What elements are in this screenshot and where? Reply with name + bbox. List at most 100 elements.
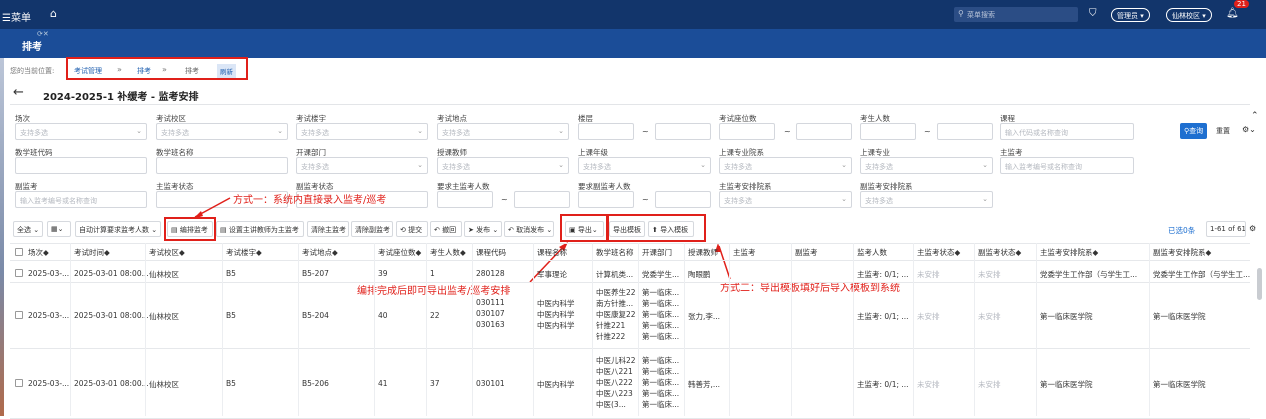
arrow-head: [193, 211, 203, 219]
row-divider: [10, 348, 1250, 349]
column-divider: [533, 243, 534, 416]
cell-campus: 仙林校区: [149, 380, 179, 389]
cell-count: 37: [430, 379, 440, 388]
cell-dept: 第一临床...: [642, 378, 680, 387]
cell-teacher: 韩善芳,...: [688, 380, 721, 389]
column-divider: [791, 243, 792, 416]
column-divider: [426, 243, 427, 416]
column-header[interactable]: 考试座位数◆: [378, 247, 421, 258]
column-header[interactable]: 考生人数◆: [430, 247, 466, 258]
cell-class: 计算机类...: [596, 270, 634, 279]
cell-main-status: 未安排: [917, 270, 940, 279]
column-header[interactable]: 教学班名称: [596, 247, 634, 258]
cell-dept: 第一临床...: [642, 321, 680, 330]
cell-count: 22: [430, 311, 440, 320]
cell-dept: 第一临床...: [642, 332, 680, 341]
cell-code: 030163: [476, 320, 505, 329]
cell-class: 南方针推...: [596, 299, 634, 308]
column-header[interactable]: 课程名称: [537, 247, 567, 258]
cell-class: 中医八222: [596, 378, 633, 387]
cell-sub-dept: 第一临床医学院: [1153, 312, 1206, 321]
cell-seats: 40: [378, 311, 388, 320]
cell-place: B5-207: [302, 269, 329, 278]
column-divider: [222, 243, 223, 416]
column-divider: [298, 243, 299, 416]
cell-time: 2025-03-01 08:00...: [74, 379, 149, 388]
cell-building: B5: [226, 269, 236, 278]
column-divider: [592, 243, 593, 416]
cell-dept: 第一临床...: [642, 367, 680, 376]
cell-main-status: 未安排: [917, 312, 940, 321]
cell-campus: 仙林校区: [149, 270, 179, 279]
cell-building: B5: [226, 311, 236, 320]
column-divider: [913, 243, 914, 416]
cell-sub-dept: 第一临床医学院: [1153, 380, 1206, 389]
cell-campus: 仙林校区: [149, 312, 179, 321]
cell-course: 军事理论: [537, 270, 567, 279]
column-divider: [1149, 243, 1150, 416]
cell-code: 030107: [476, 309, 505, 318]
cell-code: 280128: [476, 269, 505, 278]
column-header[interactable]: 考试校区◆: [149, 247, 185, 258]
cell-session: 2025-03-...: [28, 379, 70, 388]
cell-proctor-count: 主监考: 0/1; ...: [857, 312, 909, 321]
cell-place: B5-204: [302, 311, 329, 320]
cell-dept: 第一临床...: [642, 389, 680, 398]
column-divider: [729, 243, 730, 416]
column-header[interactable]: 监考人数: [857, 247, 887, 258]
cell-code: 030111: [476, 298, 505, 307]
cell-dept: 第一临床...: [642, 288, 680, 297]
cell-teacher: 张力,李...: [688, 312, 721, 321]
column-header[interactable]: 授课教师: [688, 247, 718, 258]
cell-sub-status: 未安排: [978, 270, 1001, 279]
cell-count: 1: [430, 269, 435, 278]
cell-sub-status: 未安排: [978, 380, 1001, 389]
column-header[interactable]: 考试楼宇◆: [226, 247, 262, 258]
cell-class: 中医儿科22: [596, 356, 636, 365]
cell-proctor-count: 主监考: 0/1; ...: [857, 270, 909, 279]
column-header[interactable]: 主监考: [733, 247, 756, 258]
cell-proctor-count: 主监考: 0/1; ...: [857, 380, 909, 389]
column-divider: [374, 243, 375, 416]
cell-sub-status: 未安排: [978, 312, 1001, 321]
column-divider: [472, 243, 473, 416]
cell-place: B5-206: [302, 379, 329, 388]
cell-class: 中医养生22: [596, 288, 636, 297]
column-header[interactable]: 考试时间◆: [74, 247, 110, 258]
cell-time: 2025-03-01 08:00...: [74, 269, 149, 278]
column-header[interactable]: 课程代码: [476, 247, 506, 258]
column-header[interactable]: 副监考安排院系◆: [1153, 247, 1211, 258]
cell-course: 中医内科学: [537, 321, 575, 330]
cell-seats: 41: [378, 379, 388, 388]
column-header[interactable]: 副监考: [795, 247, 818, 258]
row-checkbox[interactable]: [15, 269, 23, 277]
column-divider: [638, 243, 639, 416]
cell-main-dept: 党委学生工作部（与学生工...: [1040, 270, 1138, 279]
column-header[interactable]: 主监考状态◆: [917, 247, 960, 258]
row-divider: [10, 282, 1250, 283]
column-header[interactable]: 主监考安排院系◆: [1040, 247, 1098, 258]
cell-dept: 第一临床...: [642, 310, 680, 319]
cell-class: 中医八223: [596, 389, 633, 398]
select-all-checkbox[interactable]: [15, 248, 23, 256]
cell-session: 2025-03-...: [28, 311, 70, 320]
row-checkbox[interactable]: [15, 379, 23, 387]
cell-class: 中医八221: [596, 367, 633, 376]
cell-teacher: 陶眼鹏: [688, 270, 711, 279]
column-header[interactable]: 副监考状态◆: [978, 247, 1021, 258]
column-header[interactable]: 场次◆: [28, 247, 49, 258]
cell-course: 中医内科学: [537, 299, 575, 308]
column-divider: [853, 243, 854, 416]
column-divider: [974, 243, 975, 416]
cell-time: 2025-03-01 08:00...: [74, 311, 149, 320]
cell-class: 针推222: [596, 332, 626, 341]
column-header[interactable]: 开课部门: [642, 247, 672, 258]
column-divider: [145, 243, 146, 416]
cell-main-dept: 第一临床医学院: [1040, 312, 1093, 321]
column-divider: [70, 243, 71, 416]
scrollbar-thumb[interactable]: [1257, 268, 1262, 300]
cell-dept: 第一临床...: [642, 356, 680, 365]
row-checkbox[interactable]: [15, 311, 23, 319]
cell-building: B5: [226, 379, 236, 388]
column-header[interactable]: 考试地点◆: [302, 247, 338, 258]
